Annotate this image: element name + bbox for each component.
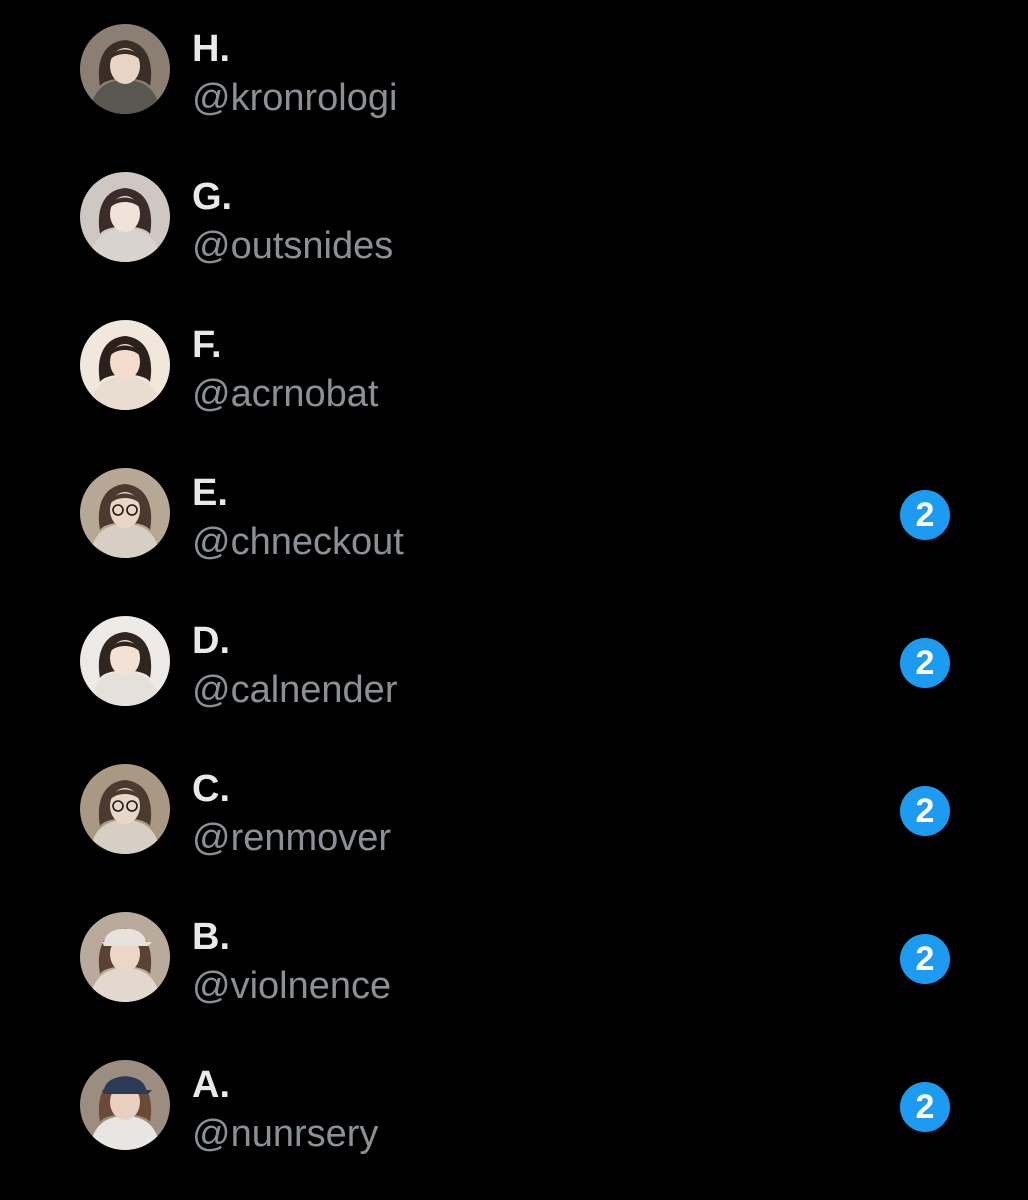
avatar[interactable] [80,172,170,262]
avatar-photo [80,24,170,114]
unread-count-badge: 2 [900,934,950,984]
avatar-photo [80,1060,170,1150]
conversation-row[interactable]: G. @outsnides [0,148,1028,296]
unread-count-badge: 2 [900,490,950,540]
unread-count-badge: 2 [900,638,950,688]
user-handle: @renmover [192,817,392,859]
cap-brim [102,1090,152,1094]
cap-brim [102,942,152,946]
display-name: E. [192,472,228,514]
conversation-row[interactable]: E. @chneckout 2 [0,444,1028,592]
display-name: A. [192,1064,230,1106]
avatar[interactable] [80,616,170,706]
avatar[interactable] [80,24,170,114]
unread-count-badge: 2 [900,786,950,836]
user-handle: @outsnides [192,225,394,267]
avatar-photo [80,172,170,262]
unread-count-badge: 2 [900,1082,950,1132]
conversation-row[interactable]: A. @nunrsery 2 [0,1036,1028,1184]
display-name: F. [192,324,222,366]
conversation-row[interactable]: H. @kronrologi [0,0,1028,148]
user-handle: @chneckout [192,521,404,563]
display-name: H. [192,28,230,70]
avatar-photo [80,764,170,854]
avatar[interactable] [80,468,170,558]
user-handle: @violnence [192,965,392,1007]
user-handle: @calnender [192,669,398,711]
avatar-photo [80,320,170,410]
avatar-photo [80,616,170,706]
conversation-list: H. @kronrologi G. @outsnides F. @acrnoba… [0,0,1028,1200]
avatar[interactable] [80,912,170,1002]
user-handle: @acrnobat [192,373,379,415]
conversation-row[interactable]: C. @renmover 2 [0,740,1028,888]
display-name: G. [192,176,233,218]
display-name: C. [192,768,230,810]
conversation-row[interactable]: F. @acrnobat [0,296,1028,444]
user-handle: @kronrologi [192,77,398,119]
display-name: B. [192,916,230,958]
avatar[interactable] [80,1060,170,1150]
avatar[interactable] [80,764,170,854]
conversation-row[interactable]: B. @violnence 2 [0,888,1028,1036]
avatar-photo [80,468,170,558]
avatar-photo [80,912,170,1002]
conversation-row[interactable]: D. @calnender 2 [0,592,1028,740]
avatar[interactable] [80,320,170,410]
display-name: D. [192,620,230,662]
user-handle: @nunrsery [192,1113,379,1155]
